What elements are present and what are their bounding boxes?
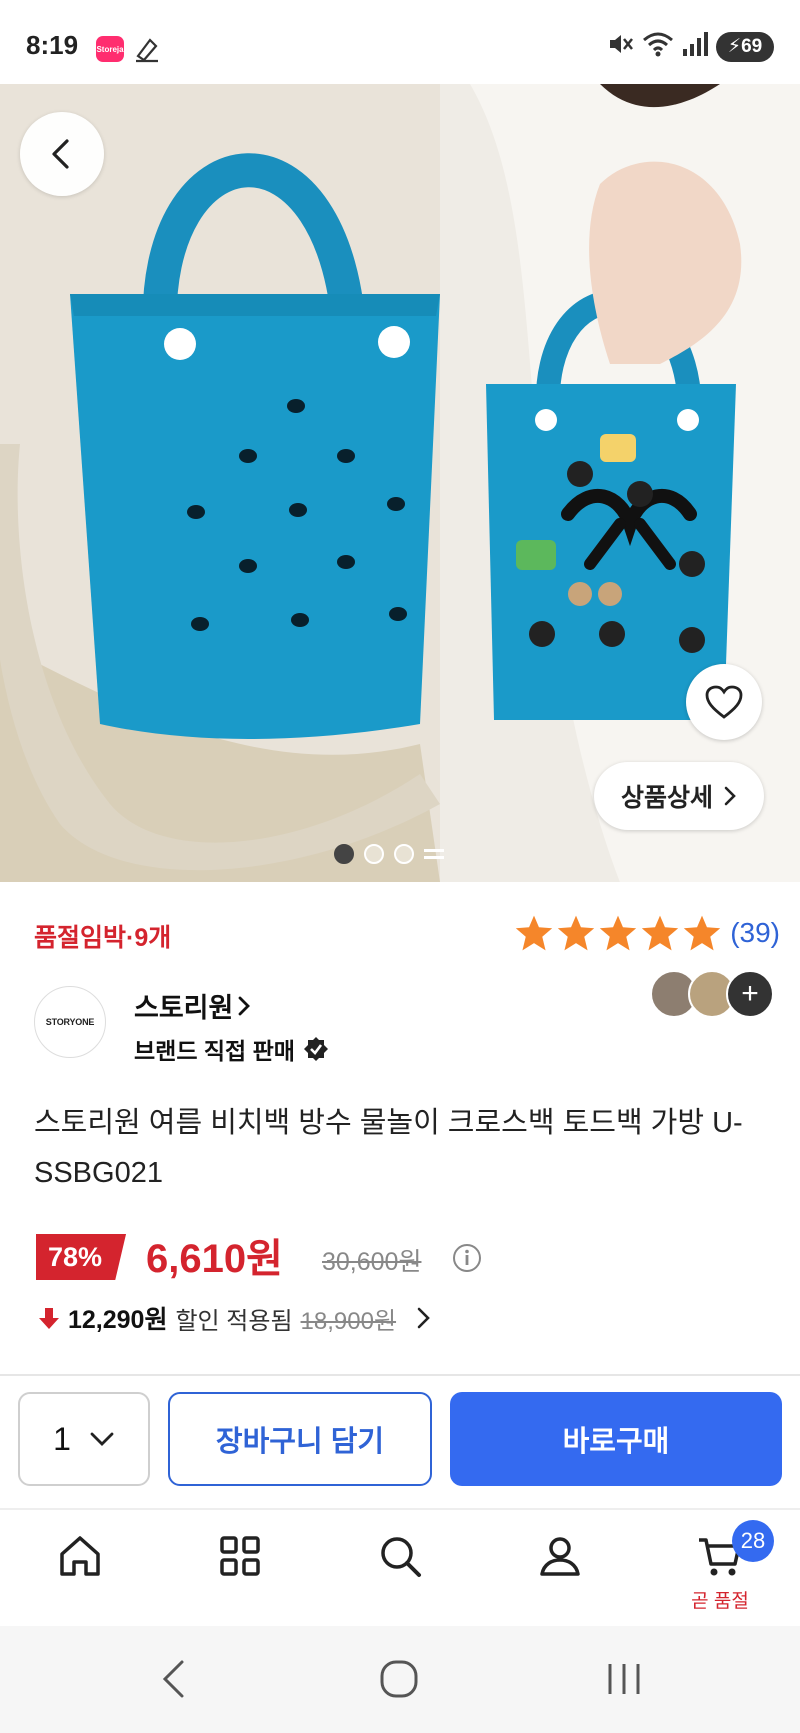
- seller-logo[interactable]: STORYONE: [34, 986, 106, 1058]
- home-circle-icon: [380, 1660, 418, 1698]
- nav-home[interactable]: [30, 1510, 130, 1626]
- chevron-left-icon: [52, 139, 69, 169]
- product-image-carousel[interactable]: 상품상세: [0, 84, 800, 882]
- coupon-discount-row[interactable]: 12,290원 할인 적용됨 18,900원: [38, 1300, 434, 1336]
- info-icon[interactable]: [452, 1243, 482, 1278]
- status-time: 8:19: [26, 30, 79, 60]
- product-detail-button[interactable]: 상품상세: [594, 762, 764, 830]
- recents-icon: [608, 1664, 640, 1694]
- system-navigation-bar: [0, 1626, 800, 1733]
- star-icon: [558, 915, 595, 951]
- status-bar: 8:19 Storeja ⚡ 69: [0, 0, 800, 84]
- status-indicators: ⚡ 69: [606, 30, 774, 63]
- nav-mypage[interactable]: [510, 1510, 610, 1626]
- signal-icon: [682, 31, 708, 62]
- cart-soldout-label: 곧 품절: [691, 1591, 749, 1612]
- edit-notification-icon: [132, 34, 162, 69]
- chevron-left-icon: [162, 1660, 184, 1698]
- star-icon: [516, 915, 553, 951]
- battery-indicator: ⚡ 69: [716, 31, 774, 62]
- chevron-right-icon: [238, 996, 251, 1015]
- chevron-right-icon: [724, 786, 736, 806]
- system-recents-button[interactable]: [604, 1658, 644, 1705]
- add-to-cart-button[interactable]: 장바구니 담기: [168, 1392, 432, 1486]
- quantity-select[interactable]: 1: [18, 1392, 150, 1486]
- verified-badge-icon: [303, 1037, 328, 1061]
- heart-icon: [705, 685, 743, 719]
- home-icon: [60, 1536, 100, 1576]
- buyer-avatars[interactable]: +: [650, 970, 774, 1018]
- coupon-original-price: 18,900원: [300, 1307, 397, 1335]
- original-price: 30,600원: [322, 1248, 422, 1276]
- arrow-down-icon: [39, 1308, 59, 1329]
- carousel-more-icon: [424, 844, 444, 864]
- coupon-price: 12,290원: [68, 1306, 168, 1334]
- seller-name: 스토리원: [134, 993, 234, 1023]
- grid-icon: [220, 1536, 260, 1576]
- star-icon: [684, 915, 721, 951]
- sale-price: 6,610원: [146, 1237, 283, 1281]
- user-icon: [540, 1537, 580, 1576]
- carousel-dot[interactable]: [394, 844, 414, 864]
- wifi-icon: [642, 30, 674, 63]
- seller-name-link[interactable]: 스토리원: [134, 986, 251, 1025]
- carousel-dot[interactable]: [334, 844, 354, 864]
- wishlist-button[interactable]: [686, 664, 762, 740]
- app-notification-icon: Storeja: [96, 36, 124, 62]
- review-count[interactable]: (39): [730, 917, 780, 949]
- quantity-value: 1: [53, 1420, 71, 1457]
- cart-count-badge: 28: [732, 1520, 774, 1562]
- mute-icon: [606, 30, 634, 63]
- star-icon: [600, 915, 637, 951]
- product-title: 스토리원 여름 비치백 방수 물놀이 크로스백 토드백 가방 U-SSBG021: [34, 1107, 743, 1189]
- system-home-button[interactable]: [378, 1658, 420, 1705]
- purchase-bar: 1 장바구니 담기 바로구매: [0, 1374, 800, 1510]
- nav-categories[interactable]: [190, 1510, 290, 1626]
- discount-badge: 78%: [36, 1234, 127, 1280]
- nav-search[interactable]: [350, 1510, 450, 1626]
- bottom-navigation: 곧 품절 28: [0, 1510, 800, 1626]
- carousel-dot[interactable]: [364, 844, 384, 864]
- add-icon[interactable]: +: [726, 970, 774, 1018]
- system-back-button[interactable]: [158, 1658, 188, 1705]
- brand-direct-sale: 브랜드 직접 판매: [134, 1032, 329, 1066]
- rating-stars: [514, 914, 722, 952]
- soldout-warning: 품절임박·9개: [34, 924, 172, 952]
- star-icon: [642, 915, 679, 951]
- brand-direct-label: 브랜드 직접 판매: [134, 1038, 295, 1064]
- coupon-label: 할인 적용됨: [175, 1307, 293, 1335]
- product-detail-label: 상품상세: [620, 784, 713, 812]
- chevron-down-icon: [90, 1432, 114, 1446]
- chevron-right-icon: [417, 1307, 430, 1329]
- back-button[interactable]: [20, 112, 104, 196]
- search-icon: [381, 1537, 421, 1577]
- carousel-indicator: [334, 844, 444, 864]
- rating-summary[interactable]: (39): [514, 914, 780, 952]
- buy-now-button[interactable]: 바로구매: [450, 1392, 782, 1486]
